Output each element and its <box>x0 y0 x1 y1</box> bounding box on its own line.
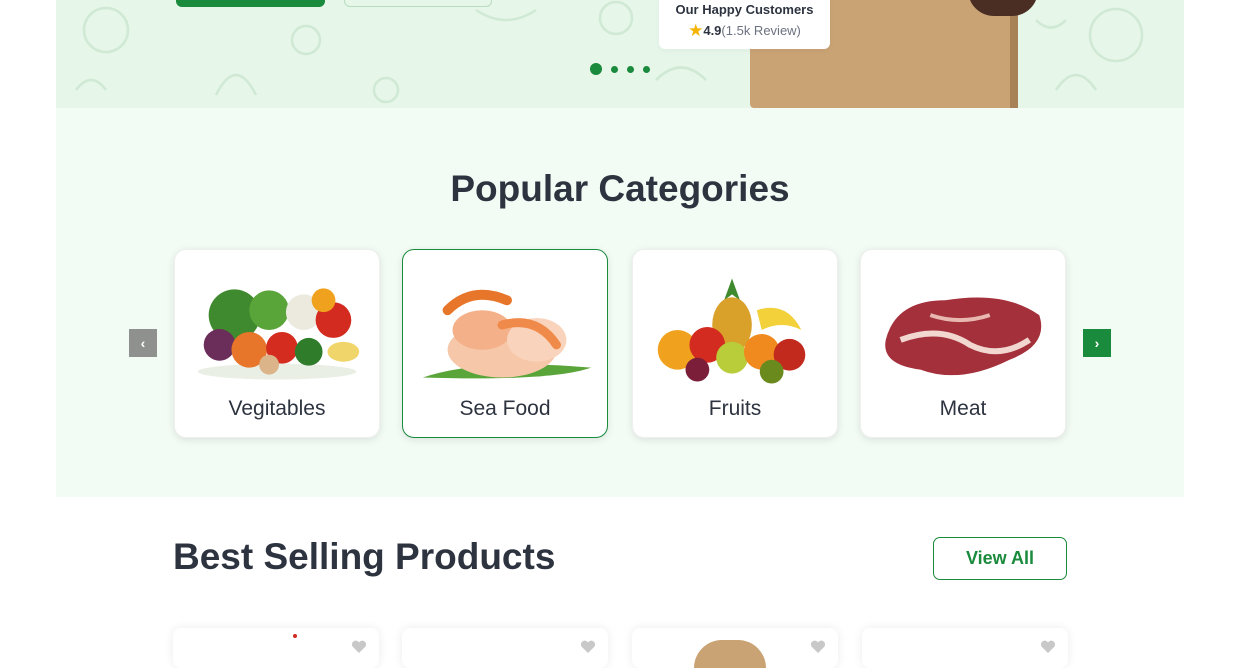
chevron-right-icon: › <box>1094 335 1100 351</box>
category-label: Vegitables <box>228 397 326 420</box>
category-card-fruits[interactable]: Fruits <box>632 249 838 438</box>
carousel-dot-3[interactable] <box>627 65 634 73</box>
review-count: (1.5k Review) <box>721 23 801 38</box>
section-title: Popular Categories <box>450 168 790 209</box>
vegetables-image <box>197 288 360 380</box>
hero-secondary-button[interactable] <box>344 0 492 7</box>
category-label: Meat <box>939 397 987 420</box>
best-selling-title: Best Selling Products <box>173 536 556 577</box>
category-card-vegitables[interactable]: Vegitables <box>174 249 380 438</box>
review-rating: 4.9 <box>703 23 722 38</box>
review-title: Our Happy Customers <box>675 2 814 17</box>
product-card[interactable] <box>402 628 608 668</box>
carousel-dot-2[interactable] <box>611 65 618 73</box>
box-edge <box>1010 0 1018 108</box>
product-card[interactable] <box>632 628 838 668</box>
carousel-dot-1[interactable] <box>590 63 602 75</box>
chevron-left-icon: ‹ <box>140 335 146 351</box>
carousel-prev-button[interactable]: ‹ <box>129 329 157 357</box>
heart-icon[interactable] <box>351 640 367 654</box>
meat-image <box>885 297 1042 376</box>
category-label: Sea Food <box>459 397 551 420</box>
product-thumbnail <box>694 640 766 668</box>
review-card: Our Happy Customers ★4.9(1.5k Review) <box>659 0 830 49</box>
product-card[interactable] <box>862 628 1068 668</box>
sea-food-image <box>422 289 592 379</box>
heart-icon[interactable] <box>1040 640 1056 654</box>
review-line: ★4.9(1.5k Review) <box>659 21 830 41</box>
view-all-button[interactable]: View All <box>933 537 1067 580</box>
category-card-sea-food[interactable]: Sea Food <box>402 249 608 438</box>
star-icon: ★ <box>688 21 704 40</box>
fruits-image <box>657 278 806 384</box>
carousel-dots <box>590 63 650 75</box>
carousel-next-button[interactable]: › <box>1083 329 1111 357</box>
hero-primary-button[interactable] <box>176 0 325 7</box>
heart-icon[interactable] <box>810 640 826 654</box>
heart-icon[interactable] <box>580 640 596 654</box>
product-thumbnail <box>293 634 297 638</box>
popular-categories-section: Popular Categories ‹ Vegitables Sea Food… <box>56 108 1184 497</box>
category-label: Fruits <box>708 397 762 420</box>
hero-banner: Our Happy Customers ★4.9(1.5k Review) <box>56 0 1184 108</box>
category-card-meat[interactable]: Meat <box>860 249 1066 438</box>
carousel-dot-4[interactable] <box>643 65 650 73</box>
product-card[interactable] <box>173 628 379 668</box>
